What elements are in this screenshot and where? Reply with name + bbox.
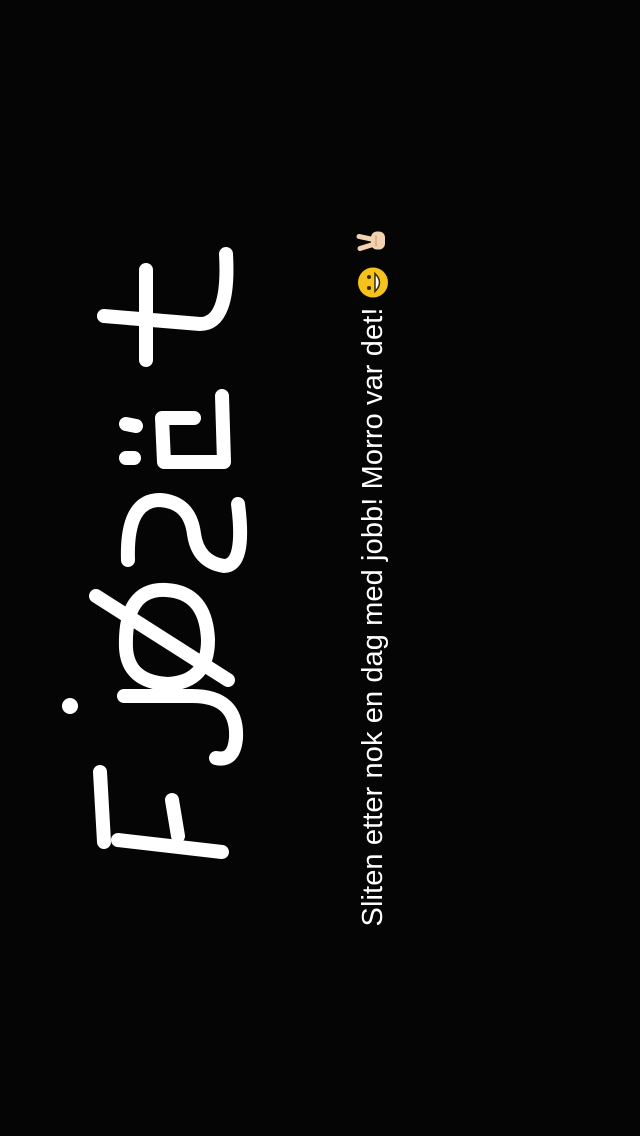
snap-caption-text: Sliten etter nok en dag med jobb! Morro … [357,307,389,927]
victory-hand-icon [356,231,385,252]
drawing-letter-f-spine [111,833,229,859]
grinning-face-icon [358,267,388,298]
drawing-letter-e-dots [119,417,143,465]
drawing-letter-j-dot [62,698,78,714]
drawing-letter-e-body [155,389,231,469]
drawing-letter-f-arm-top [93,765,111,849]
snap-caption-bar: Sliten etter nok en dag med jobb! Morro … [355,224,391,927]
drawing-letter-t-stem [97,247,234,331]
snap-view[interactable]: Sliten etter nok en dag med jobb! Morro … [0,0,640,1136]
handwritten-drawing [62,247,248,859]
drawing-letter-j-stem [117,689,244,766]
drawing-letter-s [120,493,248,573]
drawing-letter-f-arm-mid [165,793,185,843]
